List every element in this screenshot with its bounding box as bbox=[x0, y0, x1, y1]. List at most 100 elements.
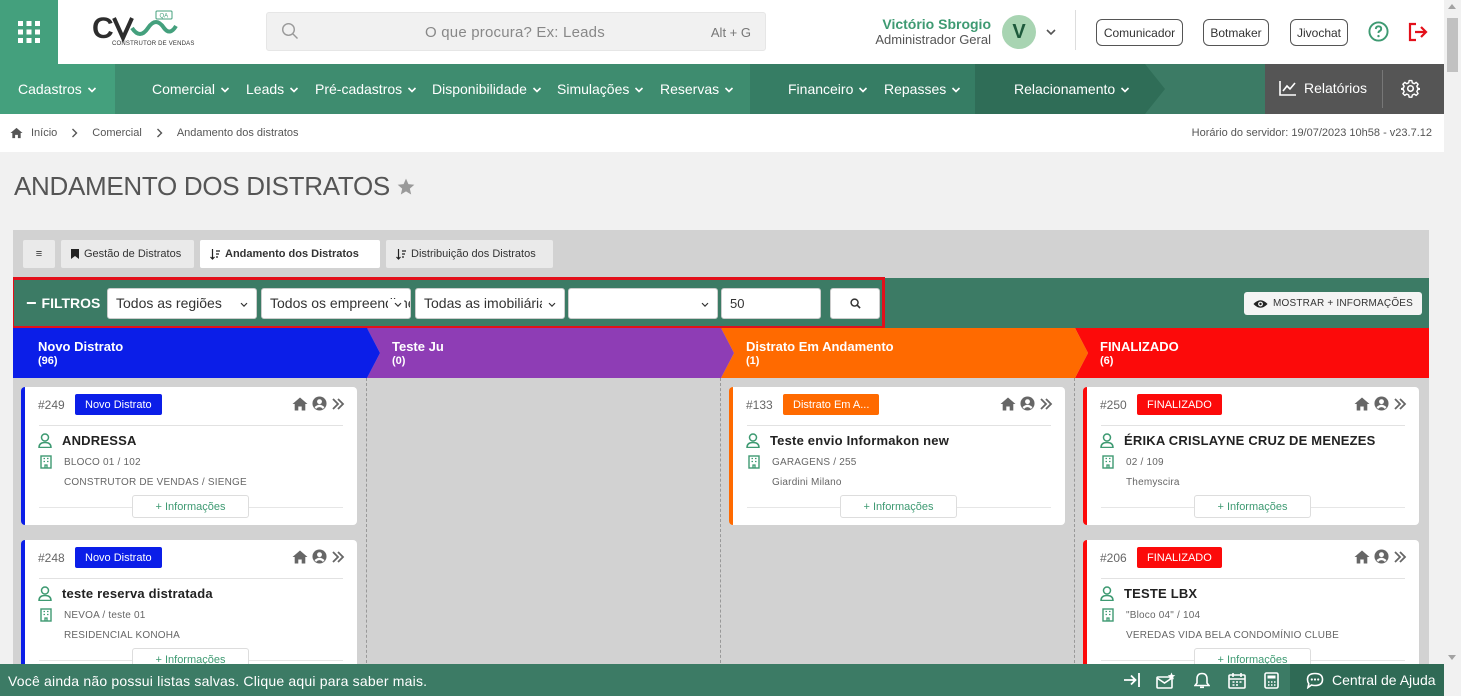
tab-gestao-distratos[interactable]: Gestão de Distratos bbox=[61, 240, 194, 268]
distrato-card[interactable]: #248 Novo Distrato teste reserva distratad… bbox=[21, 540, 357, 664]
user-circle-icon[interactable] bbox=[312, 549, 327, 564]
more-info-button[interactable]: + Informações bbox=[1194, 648, 1311, 664]
tab-distribuicao-distratos[interactable]: Distribuição dos Distratos bbox=[386, 240, 553, 268]
gear-icon[interactable] bbox=[1401, 79, 1420, 98]
user-circle-icon[interactable] bbox=[1020, 396, 1035, 411]
double-chevron-right-icon[interactable] bbox=[1039, 397, 1053, 411]
user-circle-icon[interactable] bbox=[312, 396, 327, 411]
user-circle-icon[interactable] bbox=[1374, 396, 1389, 411]
nav-leads[interactable]: Leads bbox=[246, 64, 299, 114]
card-client: Teste envio Informakon new bbox=[746, 433, 949, 448]
home-icon[interactable] bbox=[1354, 550, 1370, 564]
nav-financeiro[interactable]: Financeiro bbox=[788, 64, 868, 114]
chart-line-icon bbox=[1279, 81, 1296, 96]
tab-label: Andamento dos Distratos bbox=[225, 248, 359, 260]
tab-andamento-distratos[interactable]: Andamento dos Distratos bbox=[200, 240, 380, 268]
venture-select[interactable]: Todos os empreendimentos bbox=[261, 288, 411, 319]
client-name: ÉRIKA CRISLAYNE CRUZ DE MENEZES bbox=[1124, 433, 1376, 448]
show-more-info-label: MOSTRAR + INFORMAÇÕES bbox=[1273, 298, 1414, 309]
nav-comercial[interactable]: Comercial bbox=[152, 64, 230, 114]
sign-in-icon[interactable] bbox=[1123, 672, 1141, 688]
card-client: teste reserva distratada bbox=[38, 586, 213, 601]
bottom-bar: Você ainda não possui listas salvas. Cli… bbox=[0, 664, 1444, 696]
global-search[interactable]: O que procura? Ex: Leads Alt + G bbox=[266, 12, 766, 51]
nav-relacionamento[interactable]: Relacionamento bbox=[1014, 64, 1130, 114]
nav-repasses[interactable]: Repasses bbox=[884, 64, 961, 114]
calendar-icon[interactable] bbox=[1228, 672, 1246, 689]
jivochat-button[interactable]: Jivochat bbox=[1290, 19, 1348, 46]
breadcrumb-comercial[interactable]: Comercial bbox=[92, 127, 142, 139]
double-chevron-right-icon[interactable] bbox=[1393, 550, 1407, 564]
home-icon[interactable] bbox=[292, 550, 308, 564]
nav-relatorios[interactable]: Relatórios bbox=[1279, 80, 1367, 96]
menu-toggle-button[interactable]: ≡ bbox=[23, 240, 55, 268]
home-icon[interactable] bbox=[292, 397, 308, 411]
user-circle-icon[interactable] bbox=[1374, 549, 1389, 564]
nav-disponibilidade[interactable]: Disponibilidade bbox=[432, 64, 542, 114]
client-name: TESTE LBX bbox=[1124, 586, 1198, 601]
show-more-info-button[interactable]: MOSTRAR + INFORMAÇÕES bbox=[1244, 292, 1423, 315]
status-badge: Novo Distrato bbox=[75, 394, 162, 415]
help-icon[interactable] bbox=[1368, 21, 1389, 42]
nav-pre-cadastros[interactable]: Pré-cadastros bbox=[315, 64, 417, 114]
breadcrumb-home[interactable]: Início bbox=[31, 127, 57, 139]
chevron-down-icon[interactable] bbox=[1045, 26, 1057, 38]
distrato-card[interactable]: #249 Novo Distrato ANDRESSA BLOCO 01 / 102 C… bbox=[21, 387, 357, 525]
limit-input[interactable]: 50 bbox=[721, 288, 821, 319]
distrato-card[interactable]: #250 FINALIZADO ÉRIKA CRISLAYNE CRUZ DE ME… bbox=[1083, 387, 1419, 525]
chevron-down-icon bbox=[388, 299, 404, 311]
more-info-button[interactable]: + Informações bbox=[132, 495, 249, 518]
nav-simulacoes[interactable]: Simulações bbox=[557, 64, 644, 114]
distrato-card[interactable]: #133 Distrato Em A... Teste envio Informak… bbox=[729, 387, 1065, 525]
unit-info: BLOCO 01 / 102 bbox=[64, 457, 141, 468]
more-info-button[interactable]: + Informações bbox=[1194, 495, 1311, 518]
region-select[interactable]: Todos as regiões bbox=[107, 288, 257, 319]
double-chevron-right-icon[interactable] bbox=[331, 397, 345, 411]
comunicador-button[interactable]: Comunicador bbox=[1096, 19, 1183, 46]
user-icon bbox=[1100, 586, 1114, 601]
chevron-down-icon bbox=[532, 87, 542, 93]
calculator-icon[interactable] bbox=[1264, 672, 1279, 689]
broker-select[interactable]: Todas as imobiliárias bbox=[415, 288, 565, 319]
svg-text:QA: QA bbox=[160, 14, 169, 20]
mail-notification-icon[interactable] bbox=[1156, 672, 1176, 689]
distrato-card[interactable]: #206 FINALIZADO TESTE LBX "Bloco 04" / 104 V… bbox=[1083, 540, 1419, 664]
broker-select-value: Todas as imobiliárias bbox=[424, 295, 554, 311]
home-icon[interactable] bbox=[1000, 397, 1016, 411]
page-scrollbar[interactable] bbox=[1444, 0, 1461, 664]
help-center-button[interactable]: Central de Ajuda bbox=[1290, 664, 1444, 696]
nav-cadastros[interactable]: Cadastros bbox=[18, 64, 97, 114]
extra-select[interactable] bbox=[568, 288, 718, 319]
more-info-button[interactable]: + Informações bbox=[840, 495, 957, 518]
apps-menu-button[interactable] bbox=[0, 0, 58, 64]
nav-reservas[interactable]: Reservas bbox=[660, 64, 734, 114]
more-info-button[interactable]: + Informações bbox=[132, 648, 249, 664]
double-chevron-right-icon[interactable] bbox=[1393, 397, 1407, 411]
saved-lists-message[interactable]: Você ainda não possui listas salvas. Cli… bbox=[8, 673, 427, 689]
logout-icon[interactable] bbox=[1407, 21, 1429, 43]
scroll-down-arrow[interactable] bbox=[1448, 655, 1456, 660]
main-navbar: Cadastros Comercial Leads Pré-cadastros … bbox=[0, 64, 1444, 114]
breadcrumb: Início Comercial Andamento dos distratos bbox=[10, 127, 299, 139]
building-icon bbox=[1102, 455, 1114, 469]
nav-tools: Relatórios bbox=[1265, 64, 1444, 114]
column-count: (6) bbox=[1100, 355, 1114, 367]
home-icon[interactable] bbox=[1354, 397, 1370, 411]
card-actions bbox=[292, 396, 345, 411]
user-name[interactable]: Victório Sbrogio bbox=[882, 16, 991, 32]
filter-search-button[interactable] bbox=[830, 288, 880, 319]
bell-icon[interactable] bbox=[1194, 672, 1210, 689]
logo-subtitle: CONSTRUTOR DE VENDAS bbox=[112, 41, 195, 47]
nav-divider bbox=[1382, 70, 1383, 108]
scroll-thumb[interactable] bbox=[1447, 18, 1458, 72]
search-icon bbox=[281, 22, 298, 39]
column-count: (1) bbox=[746, 355, 760, 367]
scroll-up-arrow[interactable] bbox=[1448, 4, 1456, 9]
star-icon[interactable] bbox=[396, 177, 416, 197]
chevron-right-icon bbox=[72, 128, 78, 138]
double-chevron-right-icon[interactable] bbox=[331, 550, 345, 564]
avatar[interactable]: V bbox=[1002, 15, 1036, 49]
nav-label: Cadastros bbox=[18, 81, 82, 97]
filters-toggle[interactable]: − FILTROS bbox=[26, 294, 100, 312]
botmaker-button[interactable]: Botmaker bbox=[1203, 19, 1269, 46]
